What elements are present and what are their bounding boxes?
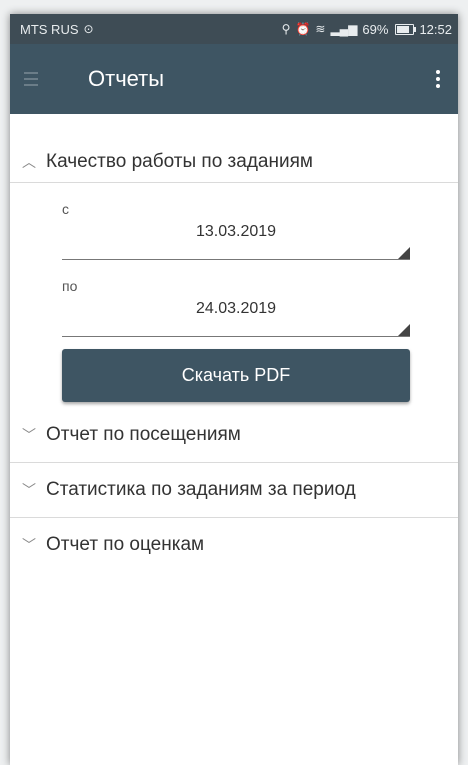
- chevron-down-icon: ﹀: [22, 482, 36, 498]
- from-label: с: [62, 201, 69, 217]
- to-label: по: [62, 278, 78, 294]
- battery-icon: [395, 23, 417, 35]
- section-title: Отчет по посещениям: [46, 424, 241, 445]
- section-quality-body: с 13.03.2019 по 24.03.2019 Скачать PDF: [10, 201, 458, 402]
- wifi-icon: ≋: [315, 22, 326, 36]
- nfc-icon: ⊙: [83, 22, 94, 36]
- more-vert-icon[interactable]: [428, 66, 448, 92]
- chevron-down-icon: ﹀: [22, 427, 36, 443]
- section-quality-header[interactable]: ︿ Качество работы по заданиям: [10, 142, 458, 182]
- section-title: Отчет по оценкам: [46, 534, 205, 555]
- clock: 12:52: [419, 21, 452, 37]
- location-icon: ⚲: [281, 22, 291, 36]
- chevron-down-icon: ﹀: [22, 537, 36, 553]
- carrier-label: MTS RUS: [20, 21, 79, 37]
- to-date-value: 24.03.2019: [195, 300, 277, 317]
- alarm-icon: ⏰: [295, 22, 311, 36]
- to-date-field[interactable]: 24.03.2019: [62, 294, 410, 337]
- divider: [10, 182, 458, 183]
- dropdown-corner-icon: [398, 324, 410, 336]
- from-date-value: 13.03.2019: [195, 223, 277, 240]
- section-title: Качество работы по заданиям: [46, 151, 313, 172]
- reports-list: ︿ Качество работы по заданиям с 13.03.20…: [10, 114, 458, 572]
- menu-icon[interactable]: [24, 72, 48, 86]
- chevron-up-icon: ︿: [22, 154, 36, 170]
- status-bar: MTS RUS ⊙ ⚲ ⏰ ≋ ▂▄▆ 69% 12:52: [10, 14, 458, 44]
- page-title: Отчеты: [88, 66, 165, 91]
- app-bar: Отчеты: [10, 44, 458, 114]
- section-ratings-header[interactable]: ﹀ Отчет по оценкам: [10, 518, 458, 572]
- signal-icon: ▂▄▆: [330, 22, 358, 36]
- battery-percent: 69%: [362, 21, 389, 37]
- section-stats-header[interactable]: ﹀ Статистика по заданиям за период: [10, 463, 458, 517]
- dropdown-corner-icon: [398, 247, 410, 259]
- section-visits-header[interactable]: ﹀ Отчет по посещениям: [10, 408, 458, 462]
- from-date-field[interactable]: 13.03.2019: [62, 217, 410, 260]
- app-screen: MTS RUS ⊙ ⚲ ⏰ ≋ ▂▄▆ 69% 12:52 Отчеты ︿ К…: [10, 14, 458, 765]
- download-pdf-button[interactable]: Скачать PDF: [62, 349, 410, 402]
- section-title: Статистика по заданиям за период: [46, 479, 356, 500]
